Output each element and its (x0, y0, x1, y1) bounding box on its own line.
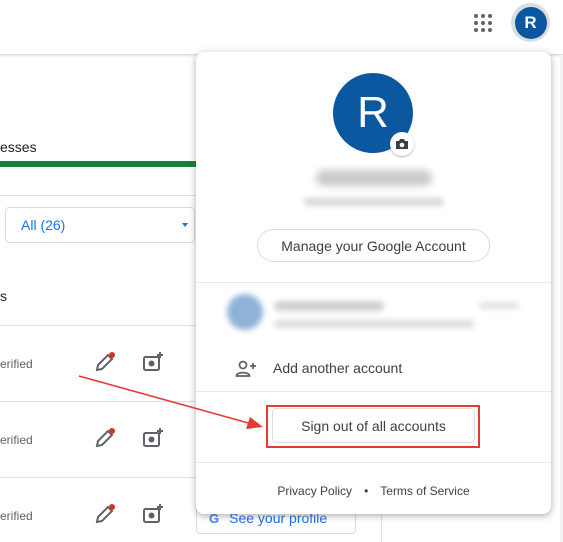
filter-dropdown-value: All (26) (21, 217, 66, 233)
popup-footer: Privacy Policy • Terms of Service (196, 482, 551, 500)
row-status: erified (0, 509, 33, 523)
notification-dot (109, 352, 115, 358)
add-account-label: Add another account (273, 360, 403, 376)
divider (196, 462, 551, 463)
row-status: erified (0, 357, 33, 371)
avatar (227, 294, 263, 330)
edit-pencil-icon[interactable] (94, 503, 116, 525)
camera-icon[interactable] (390, 132, 414, 156)
terms-of-service-link[interactable]: Terms of Service (380, 484, 469, 498)
divider (0, 195, 196, 196)
account-avatar-button[interactable]: R (511, 3, 550, 42)
footer-separator: • (364, 484, 369, 498)
avatar: R (514, 6, 547, 39)
divider (196, 391, 551, 392)
notification-dot (109, 428, 115, 434)
caret-down-icon (182, 223, 188, 227)
divider (0, 401, 196, 402)
row-status: erified (0, 433, 33, 447)
add-photo-icon[interactable] (141, 426, 165, 450)
notification-dot (109, 504, 115, 510)
add-photo-icon[interactable] (141, 350, 165, 374)
manage-account-button[interactable]: Manage your Google Account (257, 229, 490, 262)
account-name-redacted (316, 170, 432, 186)
section-heading: s (0, 288, 7, 304)
account-name-redacted (274, 301, 384, 311)
top-bar: R (0, 0, 563, 55)
tab-active-indicator (0, 161, 196, 167)
apps-grid-icon[interactable] (471, 11, 495, 35)
divider (0, 325, 196, 326)
privacy-policy-link[interactable]: Privacy Policy (277, 484, 352, 498)
tab-label[interactable]: esses (0, 139, 37, 155)
divider (0, 477, 196, 478)
add-photo-icon[interactable] (141, 502, 165, 526)
annotation-highlight-box (266, 405, 480, 448)
account-status-redacted (479, 302, 519, 309)
edit-pencil-icon[interactable] (94, 427, 116, 449)
edit-pencil-icon[interactable] (94, 351, 116, 373)
person-add-icon (235, 360, 256, 377)
filter-dropdown[interactable]: All (26) (5, 207, 195, 243)
divider (196, 282, 551, 283)
screen: R esses All (26) s erified erified erifi… (0, 0, 563, 542)
account-email-redacted (274, 320, 474, 328)
account-email-redacted (304, 198, 444, 206)
add-account-item[interactable]: Add another account (196, 351, 551, 387)
